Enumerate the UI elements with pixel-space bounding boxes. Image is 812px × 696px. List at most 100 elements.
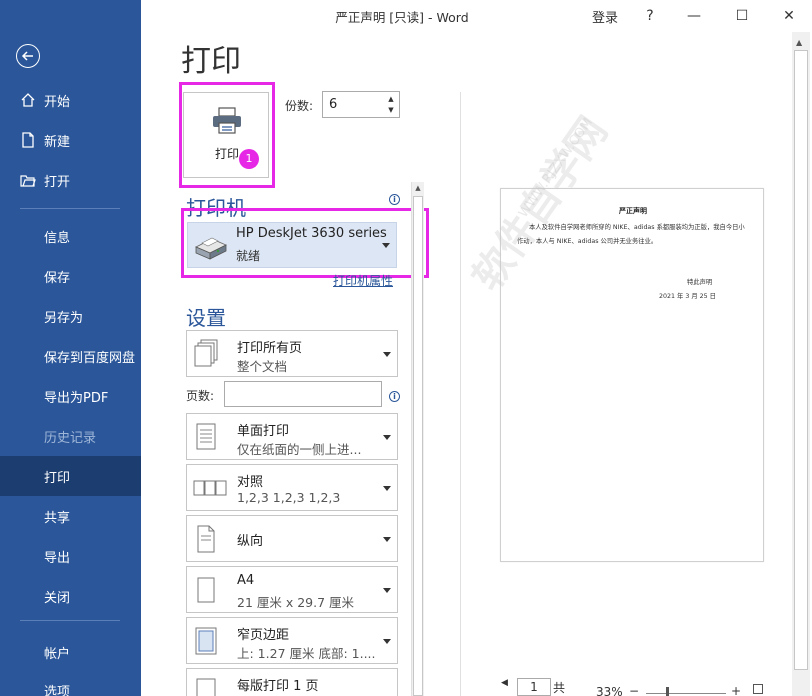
nav-new-label: 新建 [44, 134, 71, 150]
page-title: 打印 [181, 44, 241, 79]
info-icon[interactable]: i [389, 391, 400, 402]
nav-save[interactable]: 保存 [0, 256, 141, 296]
chevron-down-icon [383, 638, 391, 644]
nav-print[interactable]: 打印 [0, 456, 141, 496]
zoom-to-page-icon[interactable] [753, 684, 763, 694]
scroll-up-icon[interactable]: ▲ [796, 38, 802, 47]
chevron-down-icon [383, 485, 391, 491]
nav-close-label: 关闭 [44, 590, 71, 606]
orientation-dropdown[interactable]: 纵向 [186, 515, 398, 562]
nav-open-label: 打开 [44, 174, 71, 190]
collate-main: 对照 [237, 475, 264, 490]
nav-save-as-label: 另存为 [44, 310, 84, 326]
previous-page-button[interactable]: ◀ [501, 678, 508, 688]
nav-new[interactable]: 新建 [0, 120, 141, 160]
chevron-down-icon [383, 351, 391, 357]
page-number-input[interactable]: 1 [517, 678, 551, 696]
print-range-sub: 整个文档 [237, 359, 288, 374]
nav-close[interactable]: 关闭 [0, 576, 141, 616]
nav-home-label: 开始 [44, 94, 71, 110]
pages-label: 页数: [186, 389, 215, 403]
margins-sub: 上: 1.27 厘米 底部: 1.... [237, 646, 376, 661]
pane-divider [460, 92, 461, 696]
zoom-level: 33% [596, 685, 623, 696]
chevron-down-icon [383, 587, 391, 593]
print-pane: 打印 打印 1 份数: 6 ▲ ▼ 打印机 i HP DeskJet 3630 … [141, 32, 812, 696]
sides-dropdown[interactable]: 单面打印 仅在纸面的一侧上进... [186, 413, 398, 460]
paper-size-sub: 21 厘米 x 29.7 厘米 [237, 595, 355, 610]
one-sided-icon [196, 423, 216, 450]
help-button[interactable]: ? [627, 0, 673, 32]
nav-save-label: 保存 [44, 270, 71, 286]
sides-sub: 仅在纸面的一侧上进... [237, 442, 362, 457]
info-icon[interactable]: i [389, 194, 400, 205]
printer-properties-link[interactable]: 打印机属性 [333, 272, 393, 289]
margins-icon [195, 627, 217, 655]
nav-export[interactable]: 导出 [0, 536, 141, 576]
settings-scrollbar[interactable]: ▲ [411, 182, 424, 696]
chevron-down-icon[interactable]: ▼ [386, 105, 396, 115]
nav-info[interactable]: 信息 [0, 216, 141, 256]
nav-home[interactable]: 开始 [0, 80, 141, 120]
nav-divider [20, 620, 120, 621]
nav-export-pdf-label: 导出为PDF [44, 390, 109, 406]
sign-in-link[interactable]: 登录 [592, 7, 618, 26]
doc-signer: 特此声明 [687, 279, 713, 286]
back-button[interactable] [16, 44, 40, 68]
folder-open-icon [20, 175, 36, 187]
highlight-box-printer [181, 208, 429, 278]
zoom-out-button[interactable]: − [629, 684, 639, 696]
margins-dropdown[interactable]: 窄页边距 上: 1.27 厘米 底部: 1.... [186, 617, 398, 664]
pages-input[interactable] [224, 381, 382, 407]
zoom-slider-thumb[interactable] [666, 687, 669, 696]
nav-options[interactable]: 选项 [0, 670, 141, 696]
nav-export-pdf[interactable]: 导出为PDF [0, 376, 141, 416]
nav-print-label: 打印 [44, 470, 71, 486]
back-arrow-icon [21, 51, 33, 61]
nav-history: 历史记录 [0, 416, 141, 456]
paper-size-icon [197, 577, 215, 603]
preview-navigation-bar: ◀ 1 共 33% − + [461, 676, 792, 696]
paper-size-dropdown[interactable]: A4 21 厘米 x 29.7 厘米 [186, 566, 398, 613]
sides-main: 单面打印 [237, 424, 290, 439]
pages-per-sheet-main: 每版打印 1 页 [237, 679, 319, 694]
step-badge: 1 [239, 149, 259, 169]
collate-sub: 1,2,3 1,2,3 1,2,3 [237, 490, 341, 505]
zoom-slider[interactable] [646, 693, 726, 694]
chevron-down-icon [383, 434, 391, 440]
copies-label: 份数: [285, 99, 314, 113]
preview-scrollbar[interactable]: ▲ [792, 32, 810, 696]
nav-save-as[interactable]: 另存为 [0, 296, 141, 336]
collate-dropdown[interactable]: 对照 1,2,3 1,2,3 1,2,3 [186, 464, 398, 511]
settings-section-title: 设置 [186, 306, 226, 330]
nav-export-label: 导出 [44, 550, 71, 566]
copies-stepper[interactable]: 6 ▲ ▼ [322, 91, 400, 118]
nav-share[interactable]: 共享 [0, 496, 141, 536]
paper-size-main: A4 [237, 573, 255, 588]
new-doc-icon [22, 132, 34, 148]
maximize-button[interactable]: ☐ [719, 0, 765, 32]
minimize-button[interactable]: — [671, 0, 717, 32]
nav-save-baidu[interactable]: 保存到百度网盘 [0, 336, 141, 376]
scrollbar-thumb[interactable] [794, 50, 808, 670]
scroll-up-icon[interactable]: ▲ [413, 184, 423, 194]
nav-open[interactable]: 打开 [0, 160, 141, 200]
chevron-down-icon [383, 536, 391, 542]
print-range-dropdown[interactable]: 打印所有页 整个文档 [186, 330, 398, 377]
collate-icon [193, 480, 227, 496]
pages-per-sheet-icon [196, 678, 216, 696]
portrait-icon [197, 525, 215, 553]
highlight-box-print [179, 82, 275, 188]
orientation-main: 纵向 [237, 534, 264, 549]
window-title: 严正声明 [只读] - Word [335, 10, 469, 25]
print-range-main: 打印所有页 [237, 341, 303, 356]
pages-per-sheet-dropdown[interactable]: 每版打印 1 页 [186, 668, 398, 696]
zoom-in-button[interactable]: + [731, 684, 741, 696]
nav-info-label: 信息 [44, 230, 71, 246]
nav-account[interactable]: 帐户 [0, 632, 141, 672]
close-button[interactable]: ✕ [766, 0, 812, 32]
scrollbar-thumb[interactable] [413, 196, 423, 696]
nav-history-label: 历史记录 [44, 430, 97, 446]
chevron-up-icon[interactable]: ▲ [386, 94, 396, 104]
nav-save-baidu-label: 保存到百度网盘 [44, 350, 136, 366]
